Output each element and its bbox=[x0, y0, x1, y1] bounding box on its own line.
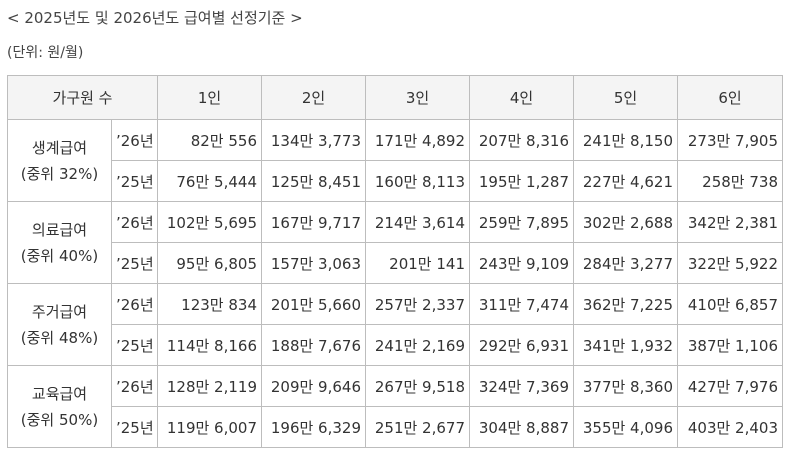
header-col-3: 3인 bbox=[365, 75, 470, 120]
value-cell: 201만 141 bbox=[365, 242, 470, 284]
value-cell: 134만 3,773 bbox=[261, 119, 366, 161]
value-cell: 167만 9,717 bbox=[261, 201, 366, 243]
table-row: 생계급여 (중위 32%) ’26년 82만 556 134만 3,773 17… bbox=[7, 119, 783, 202]
value-cell: 123만 834 bbox=[157, 283, 262, 325]
year-cell: ’25년 bbox=[111, 160, 158, 202]
value-cell: 195만 1,287 bbox=[469, 160, 574, 202]
value-cell: 114만 8,166 bbox=[157, 324, 262, 366]
value-cell: 241만 8,150 bbox=[573, 119, 678, 161]
header-col-6: 6인 bbox=[677, 75, 783, 120]
value-cell: 171만 4,892 bbox=[365, 119, 470, 161]
year-cell: ’25년 bbox=[111, 324, 158, 366]
year-cell: ’26년 bbox=[111, 119, 158, 161]
value-cell: 188만 7,676 bbox=[261, 324, 366, 366]
year-cell: ’25년 bbox=[111, 242, 158, 284]
category-criterion: (중위 32%) bbox=[20, 164, 99, 183]
header-row: 가구원 수 1인 2인 3인 4인 5인 6인 bbox=[7, 75, 783, 120]
year-cell: ’25년 bbox=[111, 406, 158, 448]
value-cell: 322만 5,922 bbox=[677, 242, 783, 284]
category-cell: 주거급여 (중위 48%) bbox=[7, 283, 112, 366]
value-cell: 82만 556 bbox=[157, 119, 262, 161]
value-cell: 362만 7,225 bbox=[573, 283, 678, 325]
value-cell: 403만 2,403 bbox=[677, 406, 783, 448]
value-cell: 243만 9,109 bbox=[469, 242, 574, 284]
value-cell: 311만 7,474 bbox=[469, 283, 574, 325]
value-cell: 355만 4,096 bbox=[573, 406, 678, 448]
table-row: ’25년 114만 8,166 188만 7,676 241만 2,169 29… bbox=[8, 324, 783, 366]
value-cell: 76만 5,444 bbox=[157, 160, 262, 202]
header-col-4: 4인 bbox=[469, 75, 574, 120]
year-cell: ’26년 bbox=[111, 365, 158, 407]
value-cell: 196만 6,329 bbox=[261, 406, 366, 448]
value-cell: 251만 2,677 bbox=[365, 406, 470, 448]
table-row: ’25년 76만 5,444 125만 8,451 160만 8,113 195… bbox=[8, 160, 783, 202]
table-title: < 2025년도 및 2026년도 급여별 선정기준 > bbox=[7, 9, 303, 27]
value-cell: 201만 5,660 bbox=[261, 283, 366, 325]
table-row: ’25년 95만 6,805 157만 3,063 201만 141 243만 … bbox=[8, 242, 783, 284]
value-cell: 267만 9,518 bbox=[365, 365, 470, 407]
year-cell: ’26년 bbox=[111, 283, 158, 325]
value-cell: 119만 6,007 bbox=[157, 406, 262, 448]
category-criterion: (중위 40%) bbox=[20, 246, 99, 265]
value-cell: 324만 7,369 bbox=[469, 365, 574, 407]
table-row: 주거급여 (중위 48%) ’26년 123만 834 201만 5,660 2… bbox=[7, 283, 783, 366]
header-col-1: 1인 bbox=[157, 75, 262, 120]
value-cell: 160만 8,113 bbox=[365, 160, 470, 202]
value-cell: 410만 6,857 bbox=[677, 283, 783, 325]
value-cell: 102만 5,695 bbox=[157, 201, 262, 243]
table-row: 의료급여 (중위 40%) ’26년 102만 5,695 167만 9,717… bbox=[7, 201, 783, 284]
value-cell: 157만 3,063 bbox=[261, 242, 366, 284]
value-cell: 377만 8,360 bbox=[573, 365, 678, 407]
value-cell: 259만 7,895 bbox=[469, 201, 574, 243]
year-cell: ’26년 bbox=[111, 201, 158, 243]
category-name: 교육급여 bbox=[31, 384, 88, 403]
category-name: 주거급여 bbox=[31, 302, 88, 321]
category-criterion: (중위 48%) bbox=[20, 328, 99, 347]
value-cell: 214만 3,614 bbox=[365, 201, 470, 243]
value-cell: 387만 1,106 bbox=[677, 324, 783, 366]
category-name: 의료급여 bbox=[31, 220, 88, 239]
table-row: ’25년 119만 6,007 196만 6,329 251만 2,677 30… bbox=[8, 406, 783, 448]
value-cell: 128만 2,119 bbox=[157, 365, 262, 407]
category-name: 생계급여 bbox=[31, 138, 88, 157]
header-household-size: 가구원 수 bbox=[7, 75, 158, 120]
benefit-criteria-table: 가구원 수 1인 2인 3인 4인 5인 6인 생계급여 (중위 32%) ’2… bbox=[7, 75, 783, 448]
value-cell: 341만 1,932 bbox=[573, 324, 678, 366]
value-cell: 257만 2,337 bbox=[365, 283, 470, 325]
value-cell: 427만 7,976 bbox=[677, 365, 783, 407]
value-cell: 125만 8,451 bbox=[261, 160, 366, 202]
header-col-5: 5인 bbox=[573, 75, 678, 120]
value-cell: 292만 6,931 bbox=[469, 324, 574, 366]
value-cell: 273만 7,905 bbox=[677, 119, 783, 161]
table-row: 교육급여 (중위 50%) ’26년 128만 2,119 209만 9,646… bbox=[7, 365, 783, 448]
category-cell: 교육급여 (중위 50%) bbox=[7, 365, 112, 448]
value-cell: 302만 2,688 bbox=[573, 201, 678, 243]
value-cell: 227만 4,621 bbox=[573, 160, 678, 202]
value-cell: 95만 6,805 bbox=[157, 242, 262, 284]
value-cell: 284만 3,277 bbox=[573, 242, 678, 284]
value-cell: 209만 9,646 bbox=[261, 365, 366, 407]
category-cell: 의료급여 (중위 40%) bbox=[7, 201, 112, 284]
value-cell: 241만 2,169 bbox=[365, 324, 470, 366]
unit-note: (단위: 원/월) bbox=[7, 45, 84, 61]
value-cell: 258만 738 bbox=[677, 160, 783, 202]
value-cell: 207만 8,316 bbox=[469, 119, 574, 161]
header-col-2: 2인 bbox=[261, 75, 366, 120]
value-cell: 304만 8,887 bbox=[469, 406, 574, 448]
category-cell: 생계급여 (중위 32%) bbox=[7, 119, 112, 202]
category-criterion: (중위 50%) bbox=[20, 410, 99, 429]
value-cell: 342만 2,381 bbox=[677, 201, 783, 243]
